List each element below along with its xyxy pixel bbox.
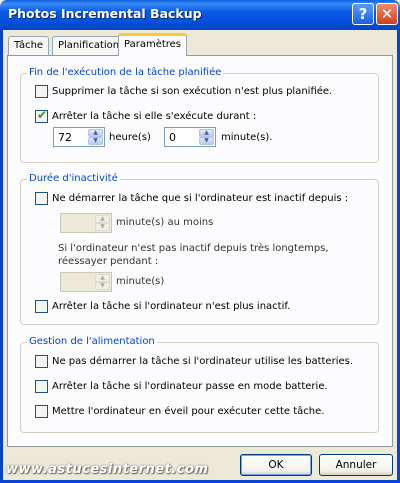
idle-down-arrow-icon[interactable]: ▼ bbox=[95, 223, 110, 231]
idle-up-arrow-icon[interactable]: ▲ bbox=[95, 215, 110, 223]
watermark-text: www.astucesinternet.com bbox=[6, 462, 209, 477]
title-bar[interactable]: Photos Incremental Backup ? ✕ bbox=[0, 0, 400, 30]
tab-tache[interactable]: Tâche bbox=[8, 36, 50, 55]
help-button[interactable]: ? bbox=[352, 3, 374, 25]
delete-task-label: Supprimer la tâche si son exécution n'es… bbox=[52, 86, 333, 97]
minutes-up-arrow-icon[interactable]: ▲ bbox=[199, 129, 214, 137]
idle-minutes-spinner[interactable]: ▲ ▼ bbox=[60, 213, 112, 233]
cancel-button[interactable]: Annuler bbox=[319, 454, 393, 476]
no-battery-label: Ne pas démarrer la tâche si l'ordinateur… bbox=[52, 356, 354, 367]
retry-text: Si l'ordinateur n'est pas inactif depuis… bbox=[58, 243, 329, 267]
start-idle-checkbox[interactable] bbox=[35, 192, 48, 205]
idle-minutes-unit: minute(s) au moins bbox=[116, 217, 214, 228]
minutes-spinner[interactable]: 0 ▲ ▼ bbox=[164, 127, 216, 147]
group-title-idle: Durée d'inactivité bbox=[27, 173, 120, 185]
tab-parametres[interactable]: Paramètres bbox=[118, 33, 188, 56]
start-idle-label: Ne démarrer la tâche que si l'ordinateur… bbox=[52, 193, 349, 204]
hours-value: 72 bbox=[58, 131, 72, 144]
stop-battery-checkbox[interactable] bbox=[35, 380, 48, 393]
retry-minutes-unit: minute(s) bbox=[116, 276, 165, 287]
retry-minutes-spinner[interactable]: ▲ ▼ bbox=[60, 272, 112, 292]
hours-down-arrow-icon[interactable]: ▼ bbox=[88, 137, 103, 145]
minutes-down-arrow-icon[interactable]: ▼ bbox=[199, 137, 214, 145]
stop-task-label: Arrêter la tâche si elle s'exécute duran… bbox=[52, 111, 257, 122]
retry-up-arrow-icon[interactable]: ▲ bbox=[95, 274, 110, 282]
hours-spinner[interactable]: 72 ▲ ▼ bbox=[53, 127, 105, 147]
no-battery-checkbox[interactable] bbox=[35, 355, 48, 368]
stop-idle-label: Arrêter la tâche si l'ordinateur n'est p… bbox=[52, 301, 291, 312]
dialog-window: Photos Incremental Backup ? ✕ Tâche Plan… bbox=[0, 0, 400, 483]
minutes-value: 0 bbox=[169, 131, 176, 144]
hours-unit: heure(s) bbox=[109, 132, 151, 143]
group-title-end: Fin de l'exécution de la tâche planifiée bbox=[27, 67, 224, 79]
minutes-unit: minute(s). bbox=[221, 132, 273, 143]
stop-battery-label: Arrêter la tâche si l'ordinateur passe e… bbox=[52, 381, 328, 392]
tab-planification[interactable]: Planification bbox=[52, 36, 126, 55]
stop-idle-checkbox[interactable] bbox=[35, 300, 48, 313]
ok-button[interactable]: OK bbox=[240, 454, 312, 476]
close-button[interactable]: ✕ bbox=[376, 3, 398, 25]
window-border-left bbox=[0, 30, 3, 483]
hours-up-arrow-icon[interactable]: ▲ bbox=[88, 129, 103, 137]
window-title: Photos Incremental Backup bbox=[8, 6, 202, 21]
wake-checkbox[interactable] bbox=[35, 405, 48, 418]
retry-down-arrow-icon[interactable]: ▼ bbox=[95, 282, 110, 290]
wake-label: Mettre l'ordinateur en éveil pour exécut… bbox=[52, 406, 325, 417]
delete-task-checkbox[interactable] bbox=[35, 85, 48, 98]
stop-task-checkbox[interactable]: ✔ bbox=[35, 108, 48, 123]
group-title-power: Gestion de l'alimentation bbox=[27, 336, 157, 348]
